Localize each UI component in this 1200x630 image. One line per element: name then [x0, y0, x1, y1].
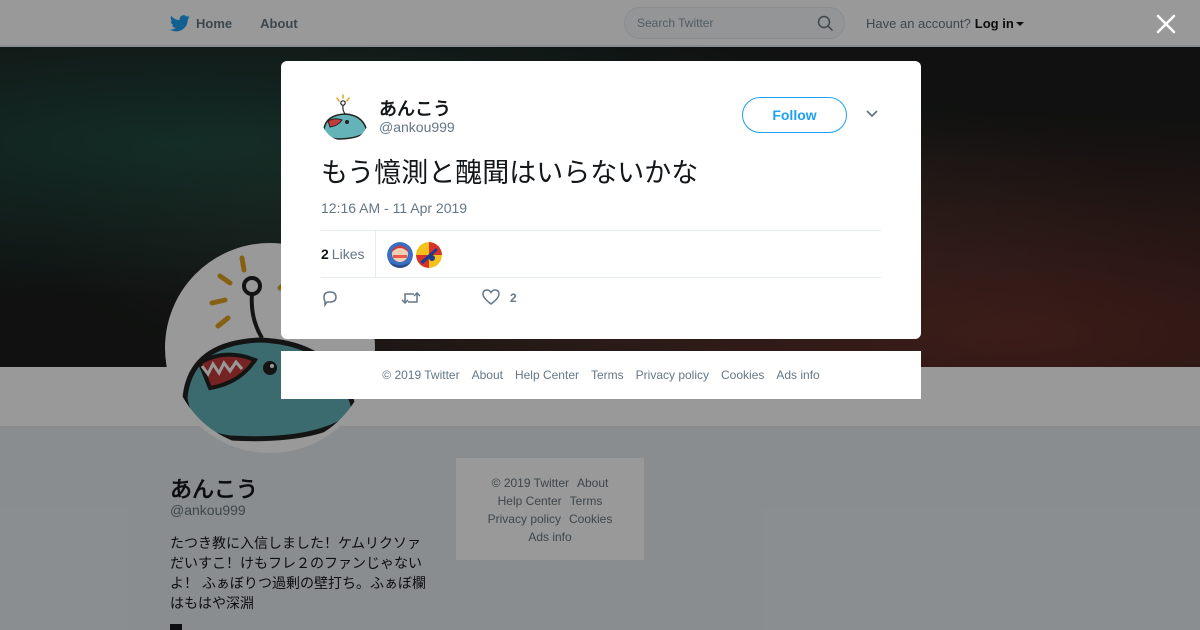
liker-avatar[interactable]	[387, 242, 413, 268]
liker-avatar-image	[416, 242, 442, 268]
reply-icon[interactable]	[321, 289, 339, 307]
footer-ads-link[interactable]: Ads info	[776, 368, 819, 382]
footer-terms-link[interactable]: Terms	[591, 368, 624, 382]
follow-button[interactable]: Follow	[742, 97, 847, 133]
likes-stat[interactable]: 2 Likes	[321, 246, 364, 262]
footer-about-link[interactable]: About	[472, 368, 503, 382]
reply-action[interactable]	[321, 289, 339, 307]
author-avatar[interactable]	[321, 93, 369, 141]
tweet-timestamp[interactable]: 12:16 AM - 11 Apr 2019	[321, 200, 467, 216]
retweet-icon[interactable]	[401, 289, 421, 307]
chevron-down-icon[interactable]	[865, 109, 879, 119]
footer-privacy-link[interactable]: Privacy policy	[636, 368, 709, 382]
anglerfish-avatar-image	[321, 93, 369, 141]
footer-cookies-link[interactable]: Cookies	[721, 368, 764, 382]
retweet-action[interactable]	[401, 289, 421, 307]
liker-avatar-image	[387, 242, 413, 268]
stats-divider	[375, 231, 376, 278]
heart-icon[interactable]	[482, 289, 500, 306]
tweet-modal: あんこう @ankou999 Follow もう憶測と醜聞はいらないかな 12:…	[281, 61, 921, 339]
like-count: 2	[510, 290, 517, 305]
close-icon[interactable]	[1155, 13, 1177, 35]
author-handle[interactable]: @ankou999	[379, 119, 455, 135]
footer-copyright: © 2019 Twitter	[382, 368, 460, 382]
footer-help-link[interactable]: Help Center	[515, 368, 579, 382]
liker-avatar[interactable]	[416, 242, 442, 268]
modal-footer: © 2019 Twitter About Help Center Terms P…	[281, 351, 921, 399]
like-action[interactable]: 2	[482, 289, 517, 306]
likes-label: Likes	[331, 246, 365, 262]
likes-count: 2	[321, 246, 329, 262]
tweet-text: もう憶測と醜聞はいらないかな	[321, 158, 699, 188]
tweet-stats: 2 Likes	[321, 230, 881, 278]
author-display-name[interactable]: あんこう	[379, 95, 451, 121]
